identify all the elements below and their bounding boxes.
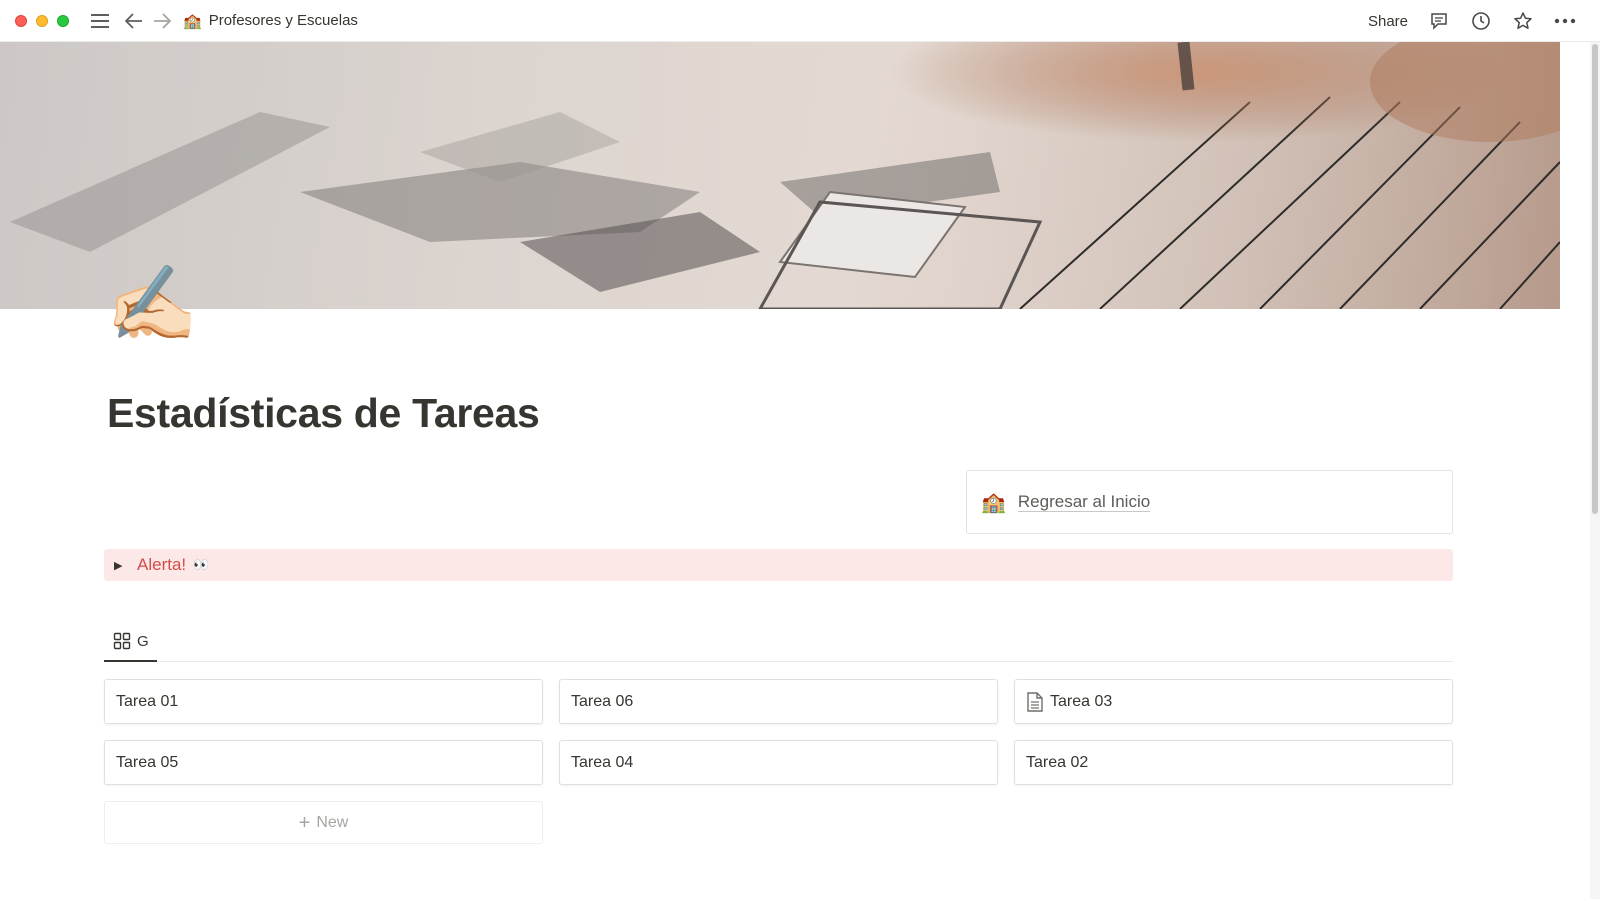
view-tab-label: G: [137, 632, 149, 650]
alert-toggle-block[interactable]: ▶ Alerta! 👀: [104, 549, 1453, 581]
document-icon: [1026, 691, 1044, 712]
gallery-card[interactable]: Tarea 05: [104, 740, 543, 785]
gallery-card[interactable]: Tarea 04: [559, 740, 998, 785]
card-title: Tarea 03: [1050, 692, 1113, 710]
share-button[interactable]: Share: [1368, 13, 1408, 30]
cover-illustration: [0, 42, 1560, 309]
alert-label: Alerta!: [137, 555, 187, 574]
plus-icon: +: [298, 811, 311, 834]
breadcrumb-label: Profesores y Escuelas: [208, 12, 358, 29]
scrollbar-thumb[interactable]: [1592, 44, 1598, 514]
database-views: G: [104, 622, 1453, 662]
gallery-card[interactable]: Tarea 03: [1014, 679, 1453, 724]
toggle-caret-icon[interactable]: ▶: [114, 559, 128, 572]
tab-gallery-view[interactable]: G: [104, 622, 157, 662]
card-title: Tarea 06: [571, 692, 634, 710]
school-icon: 🏫: [981, 491, 1006, 514]
gallery-icon: [113, 632, 131, 650]
clock-icon[interactable]: [1470, 10, 1492, 32]
gallery-card[interactable]: Tarea 02: [1014, 740, 1453, 785]
notion-window: 🏫 Profesores y Escuelas Share ✍🏻 Estadís…: [0, 0, 1600, 899]
cover-image[interactable]: [0, 42, 1560, 309]
home-link-button[interactable]: 🏫 Regresar al Inicio: [966, 470, 1453, 534]
close-window-button[interactable]: [15, 14, 27, 27]
gallery-card[interactable]: Tarea 06: [559, 679, 998, 724]
more-icon[interactable]: [1554, 10, 1576, 32]
top-bar: 🏫 Profesores y Escuelas Share: [0, 0, 1600, 42]
school-icon: 🏫: [183, 12, 202, 30]
forward-arrow-icon[interactable]: [151, 10, 173, 32]
card-title: Tarea 05: [116, 753, 179, 771]
card-title: Tarea 01: [116, 692, 179, 710]
page-title[interactable]: Estadísticas de Tareas: [107, 390, 540, 437]
card-title: Tarea 04: [571, 753, 634, 771]
page-icon[interactable]: ✍🏻: [106, 262, 198, 346]
maximize-window-button[interactable]: [57, 14, 69, 27]
breadcrumb[interactable]: 🏫 Profesores y Escuelas: [183, 12, 358, 30]
gallery-card[interactable]: Tarea 01: [104, 679, 543, 724]
eyes-icon: 👀: [193, 557, 210, 572]
window-controls: [15, 14, 69, 27]
menu-icon[interactable]: [89, 10, 111, 32]
new-card-button[interactable]: + New: [104, 801, 543, 844]
minimize-window-button[interactable]: [36, 14, 48, 27]
comment-icon[interactable]: [1428, 10, 1450, 32]
card-title: Tarea 02: [1026, 753, 1089, 771]
topbar-actions: Share: [1368, 0, 1576, 42]
back-arrow-icon[interactable]: [123, 10, 145, 32]
home-link-label: Regresar al Inicio: [1017, 492, 1151, 511]
star-icon[interactable]: [1512, 10, 1534, 32]
new-card-label: New: [316, 813, 349, 831]
